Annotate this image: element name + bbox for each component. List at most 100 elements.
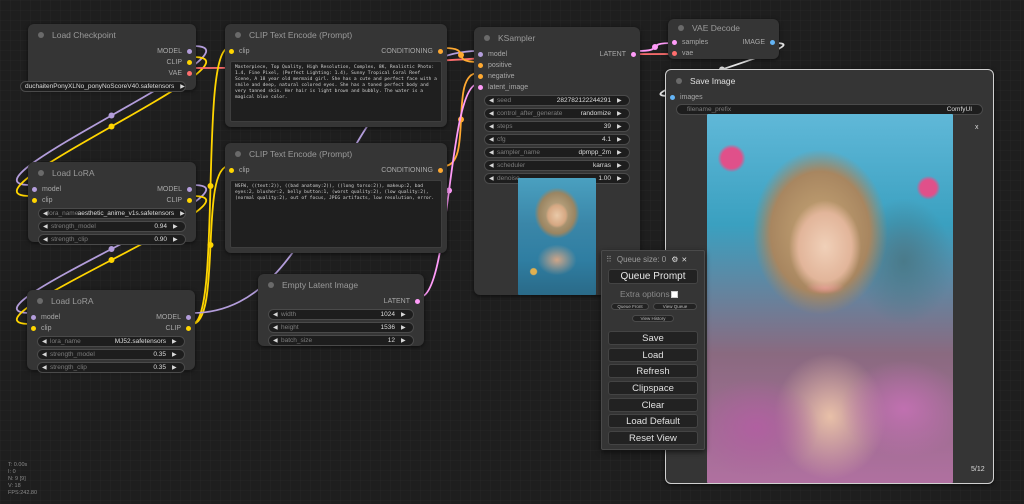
strength-model-slider[interactable]: ◀ strength_model 0.94 ▶ [38,221,186,232]
settings-icon[interactable]: ⚙ [671,255,678,264]
input-positive[interactable]: positive [478,60,512,71]
scheduler-combo[interactable]: ◀ scheduler karras ▶ [484,160,630,171]
input-clip[interactable]: clip [31,323,52,334]
model-pin-icon[interactable] [187,187,192,192]
wire-clipneg-ksampler[interactable] [443,72,479,167]
node-save-image[interactable]: Save Image images filename_prefix ComfyUI… [665,69,994,484]
clip-pin-icon[interactable] [229,49,234,54]
wire-lora1-model-lora2-midpoint[interactable] [108,246,115,252]
input-clip[interactable]: clip [229,46,250,57]
arrow-left-icon[interactable]: ◀ [489,149,497,156]
clip-pin-icon[interactable] [187,60,192,65]
batch-size-input[interactable]: ◀ batch_size 12 ▶ [268,335,414,346]
arrow-right-icon[interactable]: ▶ [617,175,625,182]
output-clip[interactable]: CLIP [166,195,192,206]
arrow-right-icon[interactable]: ▶ [180,210,185,217]
input-latent-image[interactable]: latent_image [478,82,528,93]
clip-pin-icon[interactable] [186,326,191,331]
input-samples[interactable]: samples [672,37,708,48]
clip-pin-icon[interactable] [229,168,234,173]
model-pin-icon[interactable] [32,187,37,192]
load-default-button[interactable]: Load Default [608,414,698,428]
clip-pin-icon[interactable] [187,198,192,203]
input-model[interactable]: model [31,312,60,323]
arrow-left-icon[interactable]: ◀ [489,175,497,182]
model-pin-icon[interactable] [187,49,192,54]
input-model[interactable]: model [478,49,507,60]
arrow-right-icon[interactable]: ▶ [617,162,625,169]
latent-pin-icon[interactable] [672,40,677,45]
wire-clippos-ksampler[interactable] [443,47,479,63]
wire-lora2-clip-clipneg-midpoint[interactable] [207,242,214,248]
latent-pin-icon[interactable] [478,85,483,90]
strength-clip-slider[interactable]: ◀ strength_clip 0.35 ▶ [37,362,185,373]
strength-model-slider[interactable]: ◀ strength_model 0.35 ▶ [37,349,185,360]
collapse-dot-icon[interactable] [676,78,682,84]
close-icon[interactable]: ✕ [681,256,687,264]
save-button[interactable]: Save [608,331,698,345]
close-preview-icon[interactable]: x [975,124,979,131]
clip-pin-icon[interactable] [31,326,36,331]
preview-image[interactable] [518,178,596,295]
arrow-left-icon[interactable]: ◀ [43,236,51,243]
arrow-left-icon[interactable]: ◀ [42,364,50,371]
node-clip-text-encode-negative[interactable]: CLIP Text Encode (Prompt) clip CONDITION… [225,143,447,253]
wire-lora2-clip-clippos[interactable] [191,47,230,325]
model-pin-icon[interactable] [478,52,483,57]
node-load-lora-2[interactable]: Load LoRA model MODEL clip CLIP ◀ lora_na… [27,290,195,373]
arrow-left-icon[interactable]: ◀ [43,223,51,230]
output-latent[interactable]: LATENT [600,49,636,60]
wire-ckpt-clip-lora1-midpoint[interactable] [108,123,115,130]
arrow-left-icon[interactable]: ◀ [489,136,497,143]
arrow-right-icon[interactable]: ▶ [401,337,409,344]
extra-options-toggle[interactable]: Extra options [620,289,678,299]
wire-ksampler-vaedecode-midpoint[interactable] [652,44,658,50]
input-images[interactable]: images [670,92,703,103]
arrow-left-icon[interactable]: ◀ [489,123,497,130]
arrow-left-icon[interactable]: ◀ [42,338,50,345]
arrow-left-icon[interactable]: ◀ [489,162,497,169]
negative-prompt-textarea[interactable]: NSFW, ((text:2)), ((bad anatomy:2)), ((l… [230,180,442,248]
reset-view-button[interactable]: Reset View [608,431,698,445]
clear-button[interactable]: Clear [608,398,698,412]
arrow-right-icon[interactable]: ▶ [617,97,625,104]
model-pin-icon[interactable] [31,315,36,320]
model-pin-icon[interactable] [186,315,191,320]
node-clip-text-encode-positive[interactable]: CLIP Text Encode (Prompt) clip CONDITION… [225,24,447,127]
output-model[interactable]: MODEL [157,46,192,57]
collapse-dot-icon[interactable] [37,298,43,304]
output-clip[interactable]: CLIP [165,323,191,334]
collapse-dot-icon[interactable] [678,25,684,31]
queue-front-button[interactable]: Queue Front [611,303,649,310]
node-empty-latent-image[interactable]: Empty Latent Image LATENT ◀ width 1024 ▶ ◀ h… [258,274,424,346]
arrow-right-icon[interactable]: ▶ [617,136,625,143]
height-input[interactable]: ◀ height 1536 ▶ [268,322,414,333]
wire-lora2-clip-clippos-midpoint[interactable] [207,183,214,189]
node-vae-decode[interactable]: VAE Decode samples IMAGE vae [668,19,779,59]
latent-pin-icon[interactable] [631,52,636,57]
output-conditioning[interactable]: CONDITIONING [381,46,443,57]
input-clip[interactable]: clip [32,195,53,206]
output-latent[interactable]: LATENT [384,296,420,307]
arrow-right-icon[interactable]: ▶ [617,149,625,156]
collapse-dot-icon[interactable] [38,170,44,176]
arrow-right-icon[interactable]: ▶ [617,110,625,117]
node-load-checkpoint[interactable]: Load Checkpoint MODEL CLIP VAE duchaiten… [20,24,196,92]
arrow-right-icon[interactable]: ▶ [401,324,409,331]
conditioning-pin-icon[interactable] [438,49,443,54]
collapse-dot-icon[interactable] [484,35,490,41]
arrow-right-icon[interactable]: ▶ [172,338,180,345]
clipspace-button[interactable]: Clipspace [608,381,698,395]
arrow-left-icon[interactable]: ◀ [489,97,497,104]
output-model[interactable]: MODEL [156,312,191,323]
input-clip[interactable]: clip [229,165,250,176]
arrow-left-icon[interactable]: ◀ [273,324,281,331]
drag-handle-icon[interactable]: ⠿ [606,255,612,264]
arrow-right-icon[interactable]: ▶ [401,311,409,318]
output-vae[interactable]: VAE [169,68,192,79]
lora-name-combo[interactable]: ◀ lora_name aesthetic_anime_v1s.safetensor… [38,208,186,219]
conditioning-pin-icon[interactable] [478,74,483,79]
arrow-right-icon[interactable]: ▶ [173,236,181,243]
collapse-dot-icon[interactable] [235,151,241,157]
lora-name-combo[interactable]: ◀ lora_name MJ52.safetensors ▶ [37,336,185,347]
